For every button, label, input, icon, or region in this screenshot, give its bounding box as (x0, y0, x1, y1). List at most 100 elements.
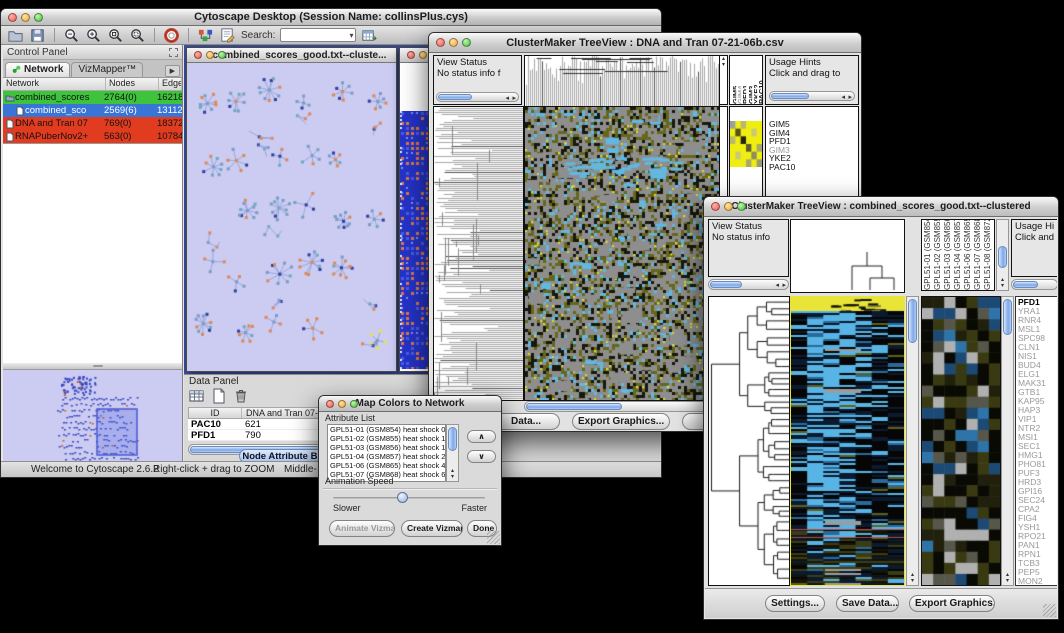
column-label[interactable]: GPL51-04 (GSM857) (953, 220, 963, 290)
help-lifering-icon[interactable] (163, 27, 180, 44)
network-table-row[interactable]: DNA and Tran 07 769(0) 183728(0) (3, 117, 182, 130)
scroll-left-icon[interactable]: ◂ (775, 282, 779, 289)
tv2-status-scrollbar[interactable]: ◂ ▸ (708, 279, 789, 290)
scrollbar-thumb[interactable] (710, 281, 742, 288)
scrollbar-thumb[interactable] (448, 427, 457, 451)
zoom-window-icon[interactable] (462, 38, 471, 47)
birdseye-view[interactable] (3, 369, 182, 461)
scrollbar-thumb[interactable] (1003, 299, 1012, 335)
gene-label[interactable]: MON2 (1018, 577, 1046, 586)
tab-overflow-icon[interactable]: ▶ (165, 65, 180, 77)
minimize-icon[interactable] (21, 13, 30, 22)
close-icon[interactable] (711, 202, 720, 211)
animate-vizmap-button[interactable]: Animate Vizmap (329, 520, 395, 537)
scroll-arrows[interactable]: ▴▾ (907, 572, 918, 584)
open-session-icon[interactable] (7, 27, 24, 44)
birdseye-canvas[interactable] (5, 371, 181, 461)
column-label[interactable]: GPL51-03 (GSM856) (943, 220, 953, 290)
scrollbar-thumb[interactable] (998, 246, 1007, 268)
minimize-icon[interactable] (206, 51, 214, 59)
minimize-icon[interactable] (338, 400, 346, 408)
scroll-left-icon[interactable]: ◂ (505, 95, 509, 102)
treeview2-title-bar[interactable]: ClusterMaker TreeView : combined_scores_… (704, 197, 1058, 217)
delete-attribute-icon[interactable] (233, 388, 249, 404)
tv2-labels-vscrollbar[interactable]: ▴▾ (996, 219, 1009, 291)
scroll-left-icon[interactable]: ◂ (841, 94, 845, 101)
tv2-main-vscrollbar[interactable]: ▴▾ (906, 296, 919, 586)
scrollbar-thumb[interactable] (1013, 281, 1038, 288)
close-icon[interactable] (436, 38, 445, 47)
close-icon[interactable] (407, 51, 415, 59)
minimize-icon[interactable] (724, 202, 733, 211)
zoom-selected-icon[interactable] (129, 27, 146, 44)
scroll-right-icon[interactable]: ▸ (848, 94, 852, 101)
tv2-zoom-heatmap[interactable] (921, 296, 1001, 586)
column-label[interactable]: GPL51-02 (GSM855) (933, 220, 943, 290)
network-tree-area[interactable] (3, 143, 182, 363)
dialog-title-bar[interactable]: Map Colors to Network (319, 396, 501, 412)
tv2-row-dendrogram[interactable] (708, 296, 790, 586)
create-vizmap-button[interactable]: Create Vizmap (401, 520, 463, 537)
save-session-icon[interactable] (29, 27, 46, 44)
scroll-down-icon[interactable]: ▾ (722, 62, 725, 68)
resize-grip[interactable] (487, 531, 500, 544)
tv1-column-dendrogram[interactable] (524, 55, 720, 107)
annotation-icon[interactable] (219, 27, 236, 44)
close-icon[interactable] (8, 13, 17, 22)
minimize-icon[interactable] (449, 38, 458, 47)
network-view-title-bar[interactable]: combined_scores_good.txt--cluste... (187, 48, 396, 63)
scrollbar-thumb[interactable] (526, 403, 622, 410)
scrollbar-thumb[interactable] (908, 299, 917, 343)
close-icon[interactable] (194, 51, 202, 59)
move-up-button[interactable]: ∧ (467, 430, 496, 443)
tv2-column-dendrogram[interactable] (790, 219, 905, 293)
scroll-arrows[interactable]: ▴▾ (1002, 572, 1013, 584)
attribute-item[interactable]: GPL51-01 (GSM854) heat shock 05 min (328, 425, 445, 434)
tv2-settings-button[interactable]: Settings... (765, 595, 825, 612)
network-table-row[interactable]: RNAPuberNov2+ 563(0) 107847(0) (3, 130, 182, 143)
attribute-item[interactable]: GPL51-02 (GSM855) heat shock 10 min (328, 434, 445, 443)
close-icon[interactable] (326, 400, 334, 408)
tv1-mini-vscrollbar[interactable]: ▴ ▾ (719, 55, 728, 105)
scrollbar-thumb[interactable] (438, 94, 472, 100)
scroll-right-icon[interactable]: ▸ (782, 282, 786, 289)
column-label[interactable]: PFD1 (741, 56, 746, 104)
minimize-icon[interactable] (419, 51, 427, 59)
import-table-icon[interactable] (361, 27, 378, 44)
search-input[interactable]: ▾ (280, 28, 356, 42)
zoom-in-icon[interactable] (85, 27, 102, 44)
tv2-save-data-button[interactable]: Save Data... (836, 595, 899, 612)
column-label[interactable]: GPL51-07 (GSM868) (973, 220, 983, 290)
network-table-row[interactable]: combined_sco 2569(6) 13112(15) (3, 104, 182, 117)
tv1-heatmap[interactable] (524, 106, 720, 401)
move-down-button[interactable]: ∨ (467, 450, 496, 463)
column-label[interactable]: GPL51-01 (GSM854) (923, 220, 933, 290)
attribute-table-icon[interactable] (189, 388, 205, 404)
column-label[interactable]: GPL51-06 (GSM865) (963, 220, 973, 290)
treeview1-title-bar[interactable]: ClusterMaker TreeView : DNA and Tran 07-… (429, 33, 861, 53)
attribute-list-scrollbar[interactable]: ▴▾ (446, 424, 459, 482)
tv2-gene-vscrollbar[interactable]: ▴▾ (1001, 296, 1014, 586)
column-label[interactable]: PAC10 (757, 56, 762, 104)
scrollbar-thumb[interactable] (771, 93, 809, 99)
scroll-arrows[interactable]: ▴▾ (997, 277, 1008, 289)
tv2-export-graphics-button[interactable]: Export Graphics... (909, 595, 995, 612)
tv1-export-graphics-button[interactable]: Export Graphics... (572, 413, 670, 430)
tab-vizmapper[interactable]: VizMapper™ (71, 62, 143, 77)
tv1-usage-scrollbar[interactable]: ◂ ▸ (769, 91, 855, 101)
attribute-item[interactable]: GPL51-03 (GSM856) heat shock 15 min (328, 443, 445, 452)
tv2-heatmap[interactable] (791, 297, 904, 585)
slider-thumb[interactable] (397, 492, 408, 503)
tv2-usage-scrollbar[interactable] (1011, 279, 1057, 290)
zoom-window-icon[interactable] (737, 202, 746, 211)
network-canvas[interactable] (187, 63, 396, 371)
gene-label[interactable]: PAC10 (769, 163, 795, 172)
resize-grip[interactable] (1043, 604, 1056, 617)
column-label[interactable]: GPL51-08 (GSM872) (983, 220, 993, 290)
search-dropdown-icon[interactable]: ▾ (349, 30, 353, 41)
network-table-row[interactable]: combined_scores 2764(0) 16218(0) (3, 91, 182, 104)
scroll-right-icon[interactable]: ▸ (512, 95, 516, 102)
tv1-save-data-button[interactable]: Data... (492, 413, 560, 430)
attribute-item[interactable]: GPL51-06 (GSM865) heat shock 40 min (328, 461, 445, 470)
new-attribute-icon[interactable] (211, 388, 227, 404)
